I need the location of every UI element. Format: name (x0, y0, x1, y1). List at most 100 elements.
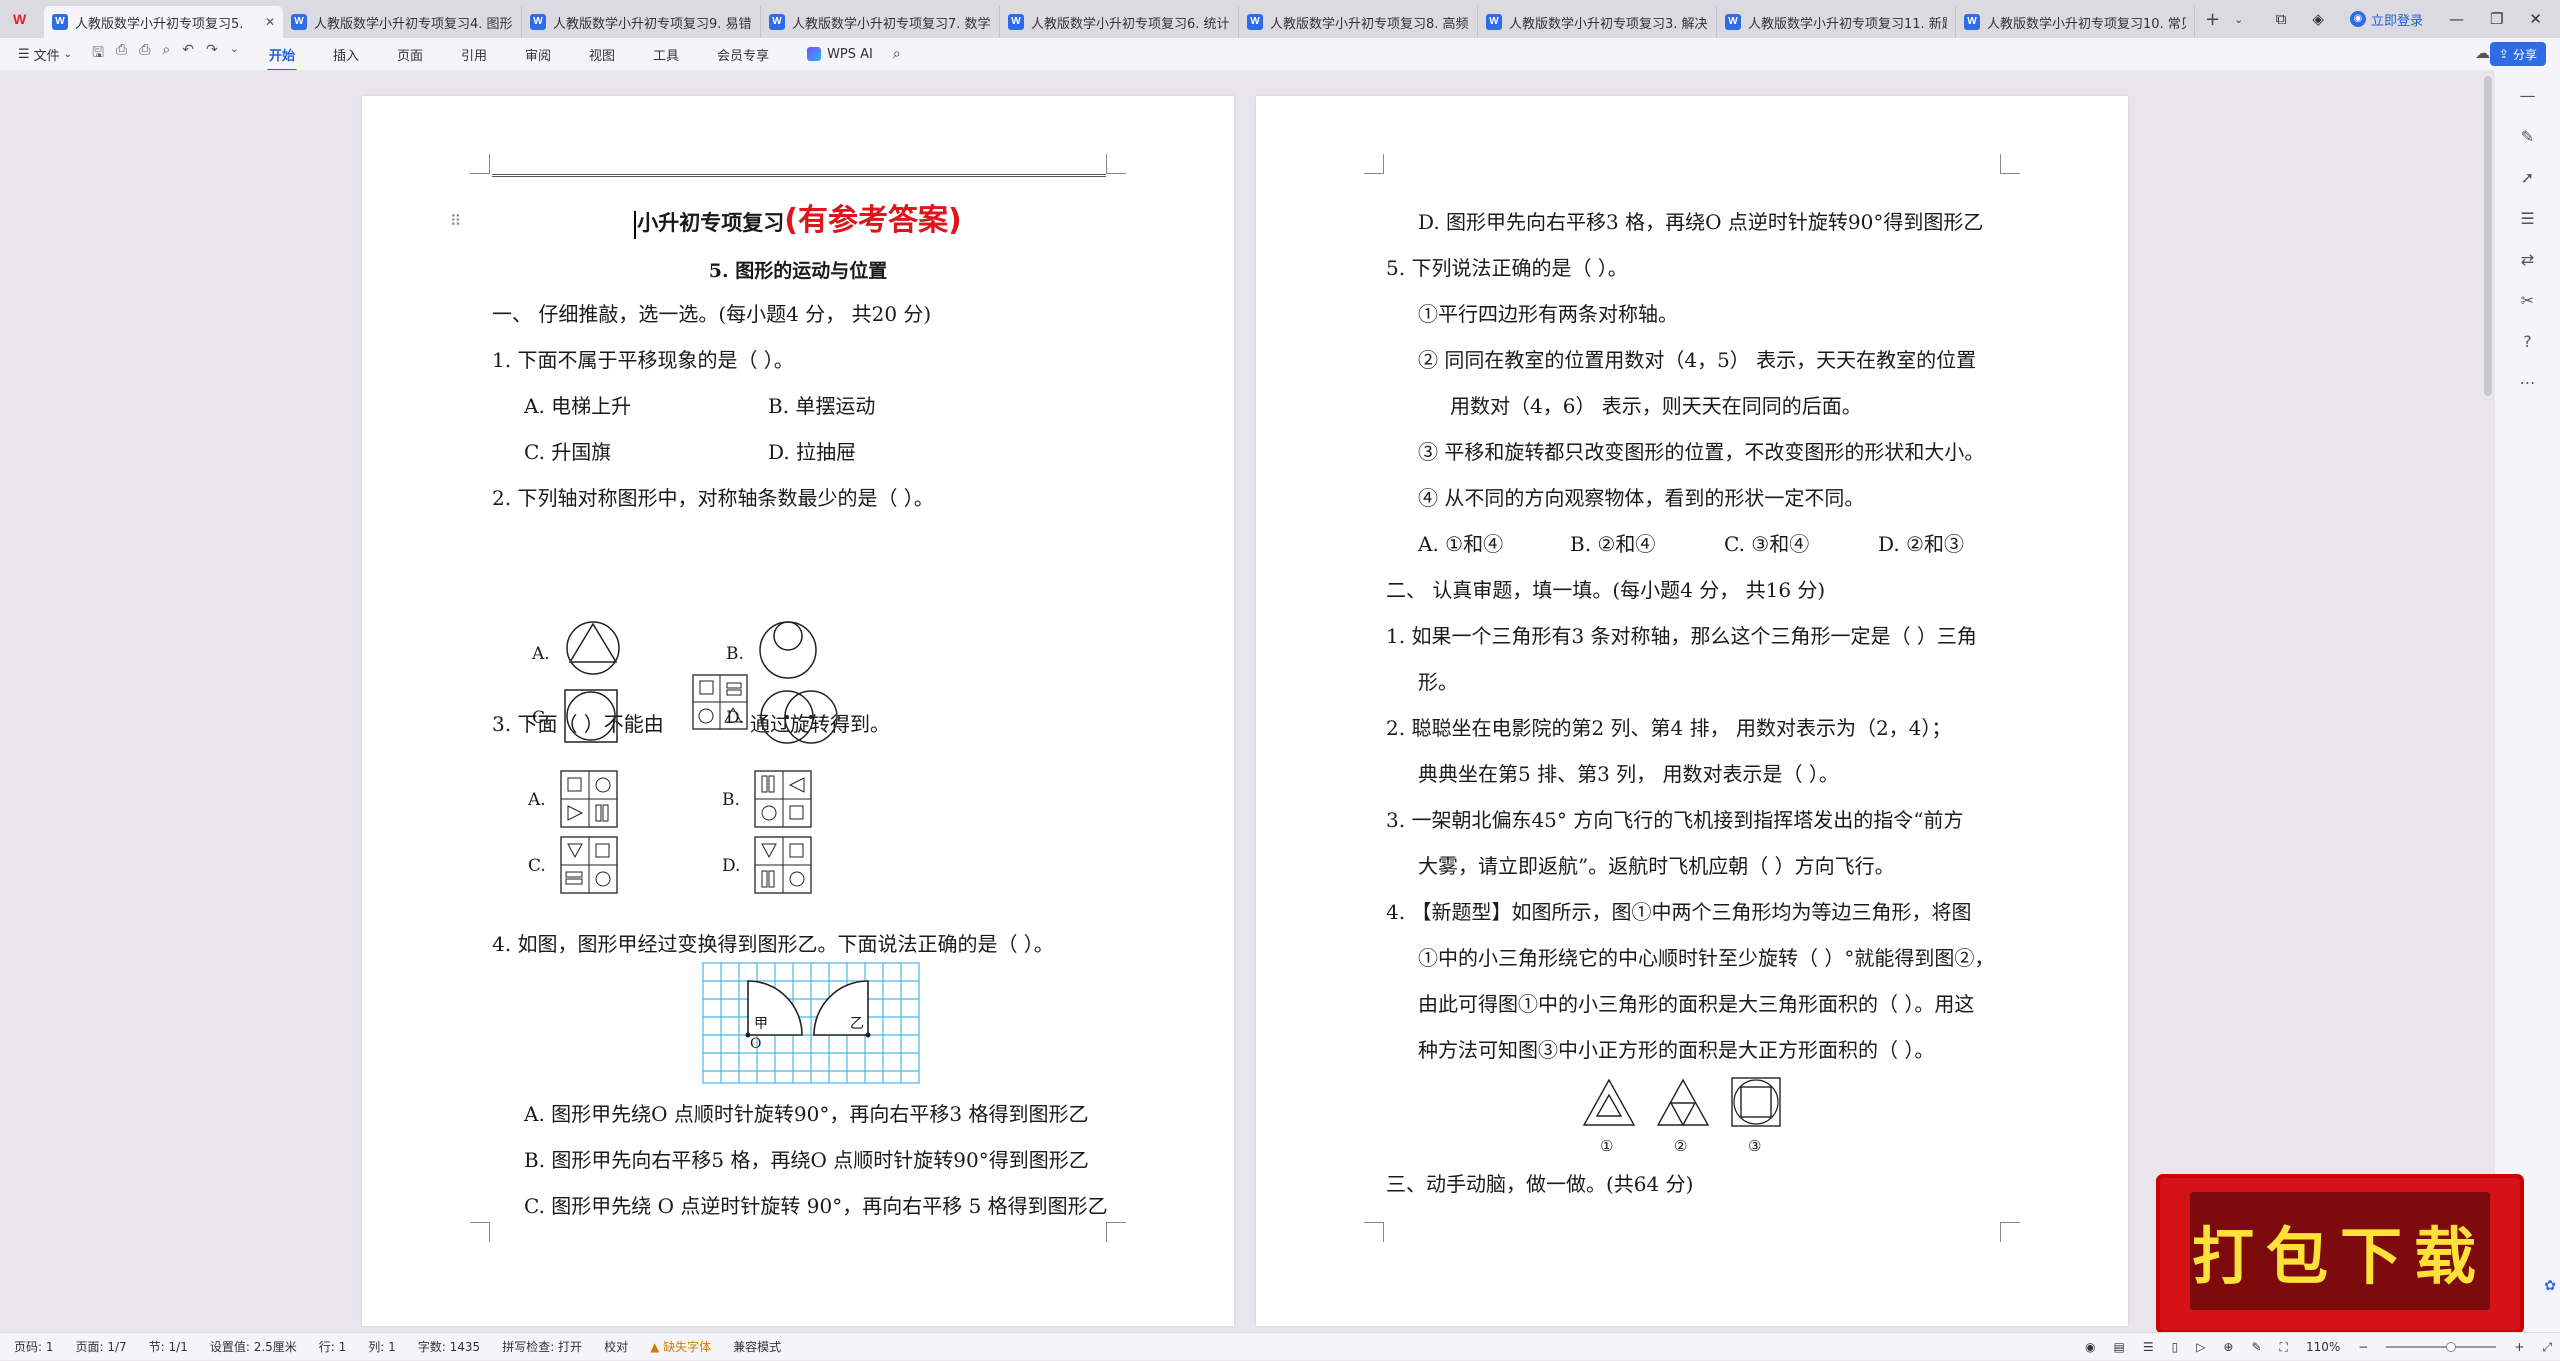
eye-protection-icon[interactable]: ◉ (2085, 1340, 2095, 1354)
redo-icon[interactable]: ↷ (206, 42, 218, 66)
print-preview-icon[interactable]: ⌕ (162, 42, 170, 66)
document-tab[interactable]: W 人教版数学小升初专项复习11. 新题型 (1717, 6, 1956, 38)
status-pages[interactable]: 页面: 1/7 (76, 1338, 127, 1355)
ribbon-tab[interactable]: 工具 (653, 45, 679, 64)
status-spell-check[interactable]: 拼写检查: 打开 (502, 1338, 582, 1355)
ribbon-tab[interactable]: 开始 (266, 45, 297, 72)
q3-option-a-figure (560, 770, 618, 828)
word-doc-icon: W (1247, 14, 1263, 30)
zoom-slider-knob[interactable] (2446, 1342, 2457, 1352)
corner-mark (2000, 1222, 2020, 1242)
status-missing-font[interactable]: ▲ 缺失字体 (650, 1338, 711, 1355)
print-icon[interactable]: ⎙ (139, 42, 150, 66)
wps-ai-button[interactable]: WPS AI (807, 47, 873, 62)
document-tab[interactable]: W 人教版数学小升初专项复习10. 常见 (1956, 6, 2195, 38)
fullscreen-icon[interactable]: ⤢ (2542, 1340, 2552, 1355)
gear-icon[interactable]: ✿ (2544, 1278, 2556, 1294)
close-icon[interactable]: ✕ (2529, 10, 2542, 28)
play-icon[interactable]: ▷ (2196, 1340, 2205, 1354)
status-col[interactable]: 列: 1 (368, 1338, 396, 1355)
zoom-level[interactable]: 110% (2306, 1340, 2340, 1354)
document-tab[interactable]: W 人教版数学小升初专项复习4. 图形的 (283, 6, 522, 38)
document-tab[interactable]: W 人教版数学小升初专项复习7. 数学思 (761, 6, 1000, 38)
cloud-sync-icon[interactable]: ☁ (2475, 44, 2490, 62)
search-icon[interactable]: ⌕ (893, 46, 901, 62)
status-page[interactable]: 页码: 1 (14, 1338, 54, 1355)
vertical-scrollbar[interactable] (2484, 76, 2492, 396)
zoom-in-icon[interactable]: + (2514, 1340, 2524, 1354)
fit-page-icon[interactable]: ⛶ (2280, 1340, 2288, 1355)
status-proofread[interactable]: 校对 (604, 1338, 628, 1355)
page-view-icon[interactable]: ▤ (2113, 1340, 2124, 1354)
tile-window-icon[interactable]: ⧉ (2276, 10, 2287, 28)
outline-icon[interactable]: ☰ (2143, 1340, 2154, 1354)
ribbon-tab[interactable]: 插入 (333, 45, 359, 64)
export-pdf-icon[interactable]: ⎙ (116, 42, 127, 66)
document-tab[interactable]: W 人教版数学小升初专项复习6. 统计与 (1000, 6, 1239, 38)
word-doc-icon: W (530, 14, 546, 30)
ribbon-tab[interactable]: 会员专享 (717, 45, 769, 64)
document-tab[interactable]: W 人教版数学小升初专项复习5. ✕ (44, 6, 283, 38)
zoom-out-icon[interactable]: − (2358, 1340, 2368, 1354)
tab-label: 人教版数学小升初专项复习6. 统计与 (1031, 16, 1230, 32)
document-tab[interactable]: W 人教版数学小升初专项复习8. 高频考 (1239, 6, 1478, 38)
save-icon[interactable]: 🖫 (92, 42, 104, 66)
skin-icon[interactable]: ◈ (2312, 10, 2324, 28)
corner-mark (1364, 154, 1384, 174)
new-tab-icon[interactable]: + (2205, 9, 2220, 30)
file-menu-button[interactable]: ☰ 文件 ⌄ (0, 45, 72, 64)
document-title[interactable]: 小升初专项复习(有参考答案) (362, 206, 1234, 239)
web-view-icon[interactable]: ⊕ (2223, 1340, 2233, 1354)
minimize-icon[interactable]: — (2449, 10, 2464, 28)
more-icon[interactable]: ⋯ (2520, 373, 2536, 392)
q3-option-label: C. (528, 856, 546, 876)
word-doc-icon: W (52, 14, 68, 30)
status-word-count[interactable]: 字数: 1435 (418, 1338, 480, 1355)
ribbon-tab[interactable]: 审阅 (525, 45, 551, 64)
login-button[interactable]: ◉ 立即登录 (2349, 10, 2423, 29)
share-button[interactable]: ⇪ 分享 (2489, 42, 2546, 66)
translate-icon[interactable]: ⇄ (2521, 250, 2534, 269)
edit-view-icon[interactable]: ✎ (2251, 1340, 2261, 1354)
undo-icon[interactable]: ↶ (182, 42, 194, 66)
settings-sliders-icon[interactable]: ☰ (2520, 209, 2534, 228)
ribbon-tab[interactable]: 视图 (589, 45, 615, 64)
tools-icon[interactable]: ✂ (2521, 291, 2534, 310)
q2-option-label: C. (532, 708, 550, 728)
document-tab[interactable]: W 人教版数学小升初专项复习9. 易错题 (522, 6, 761, 38)
wps-logo-icon[interactable]: W (0, 0, 44, 38)
status-row[interactable]: 行: 1 (319, 1338, 347, 1355)
fig3-squares-figure (1731, 1077, 1781, 1127)
paragraph-line: 3. 一架朝北偏东45° 方向飞行的飞机接到指挥塔发出的指令“前方 (1386, 808, 1964, 832)
ribbon-tab[interactable]: 引用 (461, 45, 487, 64)
zoom-slider[interactable] (2386, 1342, 2497, 1352)
tab-label: 人教版数学小升初专项复习3. 解决问 (1509, 16, 1708, 32)
paragraph-line: ④ 从不同的方向观察物体，看到的形状一定不同。 (1418, 486, 1865, 510)
download-package-banner[interactable]: 打包下载 (2160, 1178, 2520, 1330)
paragraph-line: 由此可得图①中的小三角形的面积是大三角形面积的（ ）。用这 (1418, 992, 1975, 1016)
restore-icon[interactable]: ❐ (2490, 10, 2503, 28)
ribbon-tab[interactable]: 页面 (397, 45, 423, 64)
document-tab[interactable]: W 人教版数学小升初专项复习3. 解决问 (1478, 6, 1717, 38)
window-controls: ⧉ ◈ ◉ 立即登录 — ❐ ✕ (2276, 0, 2560, 38)
paragraph-line: C. ③和④ (1724, 532, 1810, 556)
title-answer-note: (有参考答案) (784, 203, 962, 238)
title-main: 小升初专项复习 (637, 210, 785, 235)
status-setting[interactable]: 设置值: 2.5厘米 (210, 1338, 297, 1355)
more-chevron-icon[interactable]: ⌄ (230, 42, 239, 66)
collapse-icon[interactable]: — (2520, 86, 2536, 105)
select-icon[interactable]: ➚ (2521, 168, 2534, 187)
pen-icon[interactable]: ✎ (2521, 127, 2534, 146)
help-icon[interactable]: ? (2523, 332, 2532, 351)
read-mode-icon[interactable]: ▯ (2172, 1340, 2179, 1354)
paragraph-line: D. 图形甲先向右平移3 格，再绕O 点逆时针旋转90°得到图形乙 (1418, 210, 1984, 234)
tab-list-chevron-icon[interactable]: ⌄ (2234, 13, 2243, 26)
q2-tangent-circles-figure (759, 621, 817, 679)
status-section[interactable]: 节: 1/1 (149, 1338, 188, 1355)
q4-grid-figure (702, 962, 920, 1084)
corner-mark (1364, 1222, 1384, 1242)
tab-close-icon[interactable]: ✕ (265, 15, 275, 29)
q2-square-circle-figure (564, 689, 618, 743)
paragraph-line: B. 单摆运动 (768, 394, 876, 418)
corner-mark (1106, 1222, 1126, 1242)
